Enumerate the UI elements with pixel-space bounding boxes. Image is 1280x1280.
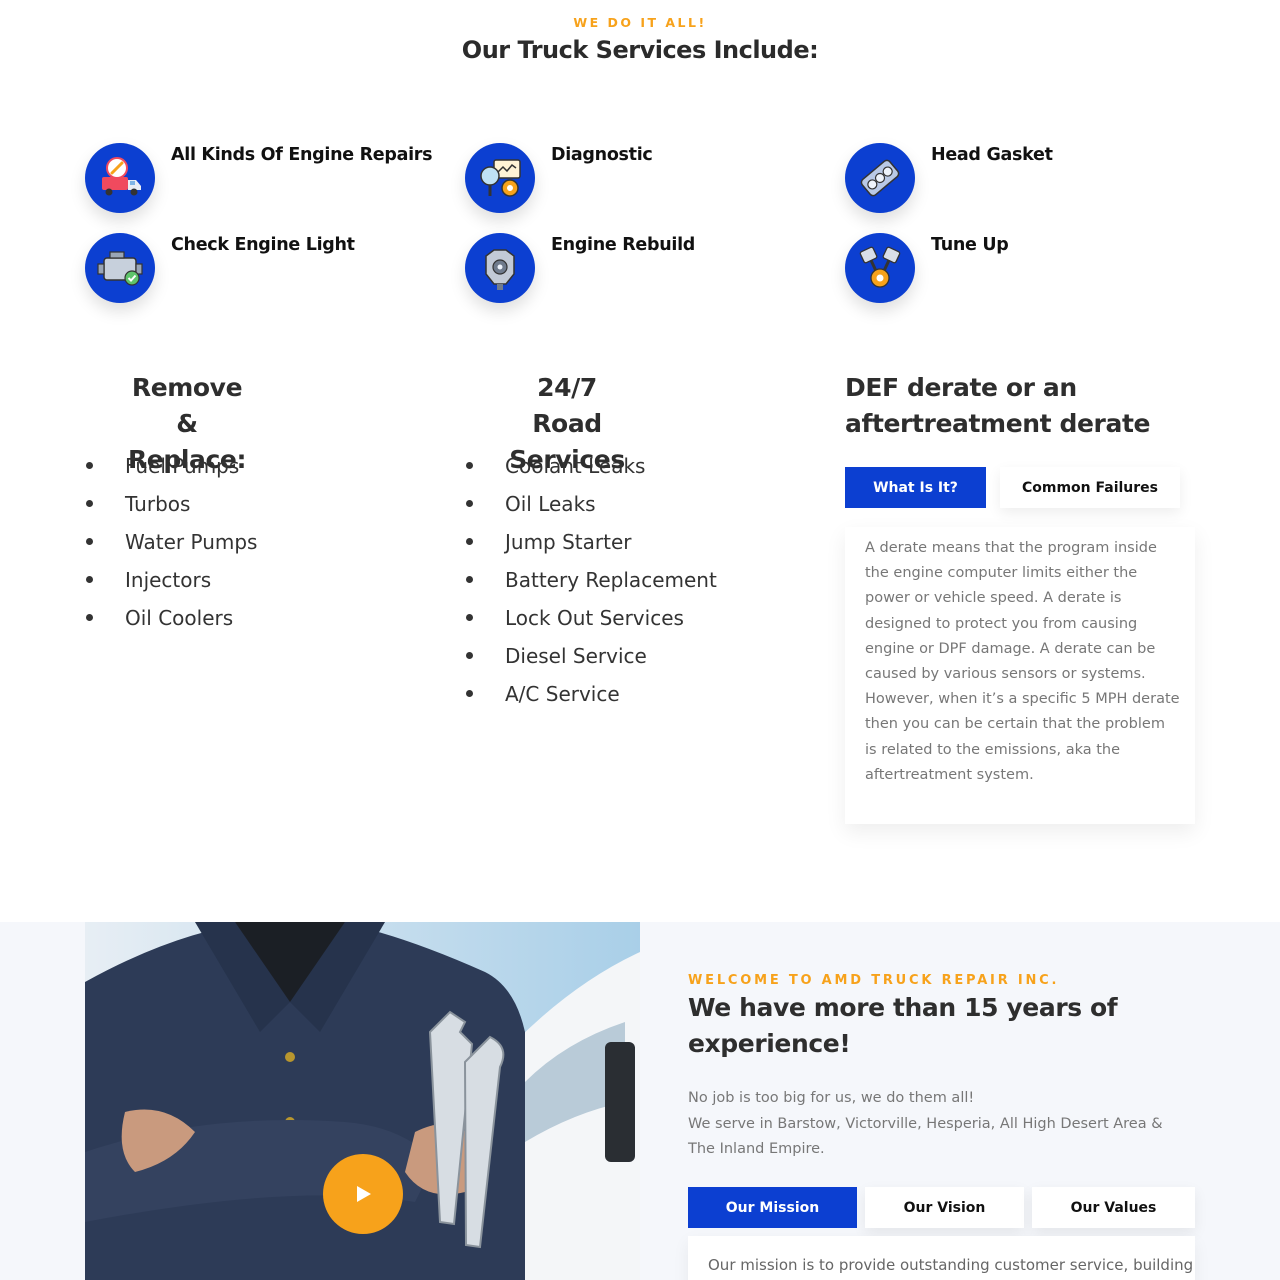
tab-our-mission[interactable]: Our Mission <box>688 1187 857 1228</box>
service-label: Tune Up <box>931 235 1009 255</box>
list-item: Lock Out Services <box>465 599 717 637</box>
list-item: Battery Replacement <box>465 561 717 599</box>
service-label: All Kinds Of Engine Repairs <box>171 145 433 165</box>
list-item: A/C Service <box>465 675 717 713</box>
list-item: Oil Leaks <box>465 485 717 523</box>
list-item: Diesel Service <box>465 637 717 675</box>
head-gasket-icon <box>845 143 915 213</box>
list-item: Water Pumps <box>85 523 257 561</box>
service-head-gasket[interactable]: Head Gasket <box>845 143 1053 213</box>
mission-text: Our mission is to provide outstanding cu… <box>708 1256 1194 1274</box>
def-description: A derate means that the program inside t… <box>865 540 1180 783</box>
section-title: Our Truck Services Include: <box>461 36 819 64</box>
road-services-list: Coolant Leaks Oil Leaks Jump Starter Bat… <box>465 447 717 713</box>
list-item: Coolant Leaks <box>465 447 717 485</box>
tab-what-is-it[interactable]: What Is It? <box>845 467 986 508</box>
welcome-body: No job is too big for us, we do them all… <box>688 1090 1163 1157</box>
engine-check-icon <box>85 233 155 303</box>
play-video-button[interactable] <box>323 1154 403 1234</box>
tab-our-vision[interactable]: Our Vision <box>865 1187 1024 1228</box>
service-engine-repairs[interactable]: All Kinds Of Engine Repairs <box>85 143 433 213</box>
def-tab-panel: A derate means that the program inside t… <box>845 527 1195 824</box>
service-diagnostic[interactable]: Diagnostic <box>465 143 653 213</box>
service-engine-rebuild[interactable]: Engine Rebuild <box>465 233 695 303</box>
service-tune-up[interactable]: Tune Up <box>845 233 1009 303</box>
service-label: Engine Rebuild <box>551 235 696 255</box>
list-item: Injectors <box>85 561 257 599</box>
remove-replace-list: Fuel Pumps Turbos Water Pumps Injectors … <box>85 447 257 637</box>
diagnostic-gear-icon <box>465 143 535 213</box>
piston-icon <box>845 233 915 303</box>
service-label: Diagnostic <box>551 145 653 165</box>
list-item: Turbos <box>85 485 257 523</box>
service-label: Head Gasket <box>931 145 1053 165</box>
service-check-engine[interactable]: Check Engine Light <box>85 233 355 303</box>
mission-tab-panel: Our mission is to provide outstanding cu… <box>688 1236 1195 1280</box>
play-icon <box>357 1186 371 1202</box>
service-label: Check Engine Light <box>171 235 355 255</box>
tab-our-values[interactable]: Our Values <box>1032 1187 1195 1228</box>
tab-common-failures[interactable]: Common Failures <box>1000 467 1180 508</box>
list-item: Oil Coolers <box>85 599 257 637</box>
section-eyebrow: WE DO IT ALL! <box>573 15 707 30</box>
engine-rebuild-icon <box>465 233 535 303</box>
def-derate-heading: DEF derate or an aftertreatment derate <box>845 373 1151 438</box>
welcome-title: We have more than 15 years of experience… <box>688 993 1118 1058</box>
list-item: Fuel Pumps <box>85 447 257 485</box>
welcome-eyebrow: WELCOME TO AMD TRUCK REPAIR INC. <box>688 973 1060 988</box>
list-item: Jump Starter <box>465 523 717 561</box>
truck-wrench-icon <box>85 143 155 213</box>
